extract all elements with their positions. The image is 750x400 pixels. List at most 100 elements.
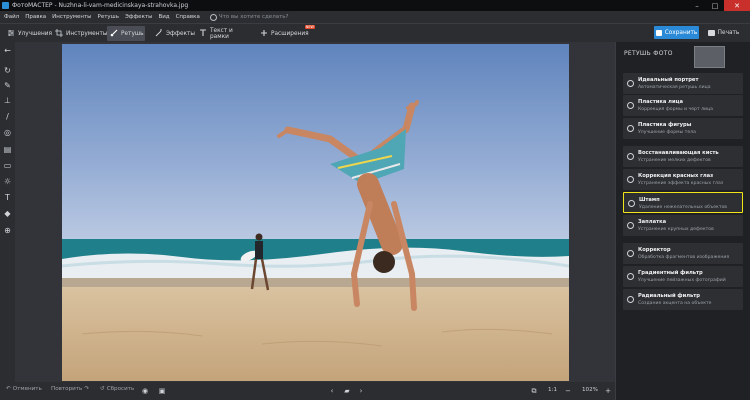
sliders-icon xyxy=(8,30,14,36)
main-toolbar: Улучшения Инструменты Ретушь Эффекты Тек… xyxy=(0,23,750,42)
stamp-icon xyxy=(628,200,635,207)
reset-icon: ↺ xyxy=(100,386,105,392)
prev-arrow-icon[interactable]: ‹ xyxy=(328,387,336,395)
magic-wand-icon xyxy=(155,29,162,37)
maximize-button[interactable]: □ xyxy=(706,0,724,11)
eye-icon[interactable]: ◉ xyxy=(141,387,149,395)
printer-icon xyxy=(707,29,715,36)
tab-extensions[interactable]: Расширения NEW xyxy=(257,25,315,41)
save-label: Сохранить xyxy=(664,29,698,36)
menu-help[interactable]: Справка xyxy=(176,14,200,20)
stamp-icon[interactable]: ⊥ xyxy=(3,96,12,105)
tab-instruments[interactable]: Инструменты xyxy=(52,26,107,41)
app-window: ФотоМАСТЕР - Nuzhna-li-vam-medicinskaya-… xyxy=(0,0,750,400)
rotate-icon[interactable]: ↻ xyxy=(3,66,12,75)
back-arrow-icon[interactable]: ← xyxy=(3,46,12,55)
brush-icon xyxy=(110,29,118,37)
tab-label: Ретушь xyxy=(121,30,144,37)
tool-subtitle: Создание акцента на объекте xyxy=(638,301,712,306)
fit-screen-icon[interactable]: ⧉ xyxy=(530,387,538,395)
tab-retouch[interactable]: Ретушь xyxy=(107,26,145,41)
print-label: Печать xyxy=(717,29,740,36)
tab-label: Улучшения xyxy=(18,30,53,37)
sun-icon[interactable]: ☼ xyxy=(3,177,12,186)
tool-subtitle: Обработка фрагментов изображения xyxy=(638,255,730,260)
menu-search[interactable]: Что вы хотите сделать? xyxy=(209,13,289,21)
save-icon xyxy=(655,29,662,36)
tool-radial-filter[interactable]: Радиальный фильтр Создание акцента на об… xyxy=(623,289,743,310)
panel-thumbnail xyxy=(694,46,725,68)
canvas-area[interactable] xyxy=(15,42,615,382)
globe-icon[interactable]: ⊕ xyxy=(3,226,12,235)
tool-patch[interactable]: Заплатка Устранение крупных дефектов xyxy=(623,215,743,236)
fill-icon[interactable]: ◆ xyxy=(3,209,12,218)
menu-edit[interactable]: Правка xyxy=(25,14,46,20)
menu-view[interactable]: Вид xyxy=(158,14,169,20)
gradient-icon[interactable]: ▤ xyxy=(3,145,12,154)
tool-healing-brush[interactable]: Восстанавливающая кисть Устранение мелки… xyxy=(623,146,743,167)
window-controls: – □ ✕ xyxy=(688,0,750,11)
tab-text-frames[interactable]: Текст и рамки xyxy=(196,26,252,41)
reset-button[interactable]: ↺ Сбросить xyxy=(100,386,134,392)
face-icon xyxy=(627,102,634,109)
photo[interactable] xyxy=(62,44,569,381)
radial-filter-icon xyxy=(627,296,634,303)
tool-red-eye[interactable]: Коррекция красных глаз Устранение эффект… xyxy=(623,169,743,190)
healing-brush-icon[interactable]: ✎ xyxy=(3,81,12,90)
portrait-icon xyxy=(627,80,634,87)
text-icon xyxy=(200,29,206,36)
save-button[interactable]: Сохранить xyxy=(654,26,699,39)
tab-label: Эффекты xyxy=(166,30,195,37)
tab-enhancements[interactable]: Улучшения xyxy=(4,26,52,41)
zoom-in-icon[interactable]: + xyxy=(604,387,612,395)
zoom-ratio[interactable]: 1:1 xyxy=(548,387,557,393)
brush-tool-icon[interactable]: / xyxy=(3,112,12,121)
tool-title: Заплатка xyxy=(638,219,667,225)
crop-icon xyxy=(55,29,63,37)
compare-icon[interactable]: ▣ xyxy=(158,387,166,395)
menu-bar: Файл Правка Инструменты Ретушь Эффекты В… xyxy=(0,11,750,23)
tool-title: Радиальный фильтр xyxy=(638,293,701,299)
tool-corrector[interactable]: Корректор Обработка фрагментов изображен… xyxy=(623,243,743,264)
tab-label: Расширения xyxy=(271,30,309,37)
frame-icon[interactable]: ▭ xyxy=(3,161,12,170)
tool-title: Штамп xyxy=(639,197,660,203)
menu-retouch[interactable]: Ретушь xyxy=(98,14,119,20)
redo-label: Повторить xyxy=(51,386,83,392)
tool-subtitle: Устранение мелких дефектов xyxy=(638,158,711,163)
tool-stamp[interactable]: Штамп Удаление нежелательных объектов xyxy=(623,192,743,213)
tool-gradient-filter[interactable]: Градиентный фильтр Улучшение пейзажных ф… xyxy=(623,266,743,287)
print-button[interactable]: Печать xyxy=(701,26,746,39)
tab-effects[interactable]: Эффекты xyxy=(152,26,195,41)
plus-icon xyxy=(261,30,267,36)
tool-subtitle: Коррекция формы и черт лица xyxy=(638,107,713,112)
reset-label: Сбросить xyxy=(106,386,135,392)
patch-icon xyxy=(627,222,634,229)
redo-button[interactable]: Повторить ↷ xyxy=(51,386,89,392)
tool-body-plastic[interactable]: Пластика фигуры Улучшение формы тела xyxy=(623,118,743,139)
text-tool-icon[interactable]: T xyxy=(3,193,12,202)
undo-button[interactable]: ↶ Отменить xyxy=(6,386,42,392)
radial-icon[interactable]: ◎ xyxy=(3,128,12,137)
close-button[interactable]: ✕ xyxy=(724,0,750,11)
zoom-out-icon[interactable]: − xyxy=(564,387,572,395)
body-icon xyxy=(627,125,634,132)
tool-title: Пластика фигуры xyxy=(638,122,692,128)
tool-subtitle: Устранение крупных дефектов xyxy=(638,227,714,232)
folder-icon[interactable]: ▰ xyxy=(343,387,351,395)
beach-photo-image xyxy=(62,44,569,381)
app-logo-icon xyxy=(2,2,9,9)
title-bar: ФотоМАСТЕР - Nuzhna-li-vam-medicinskaya-… xyxy=(0,0,750,11)
search-placeholder[interactable]: Что вы хотите сделать? xyxy=(219,14,289,20)
tool-face-plastic[interactable]: Пластика лица Коррекция формы и черт лиц… xyxy=(623,95,743,116)
menu-file[interactable]: Файл xyxy=(4,14,19,20)
tab-label: Текст и рамки xyxy=(210,27,233,40)
tab-label: Инструменты xyxy=(66,30,108,37)
tool-subtitle: Улучшение пейзажных фотографий xyxy=(638,278,726,283)
menu-effects[interactable]: Эффекты xyxy=(125,14,153,20)
tool-subtitle: Автоматическая ретушь лица xyxy=(638,85,711,90)
menu-tools[interactable]: Инструменты xyxy=(52,14,91,20)
minimize-button[interactable]: – xyxy=(688,0,706,11)
tool-ideal-portrait[interactable]: Идеальный портрет Автоматическая ретушь … xyxy=(623,73,743,94)
next-arrow-icon[interactable]: › xyxy=(357,387,365,395)
